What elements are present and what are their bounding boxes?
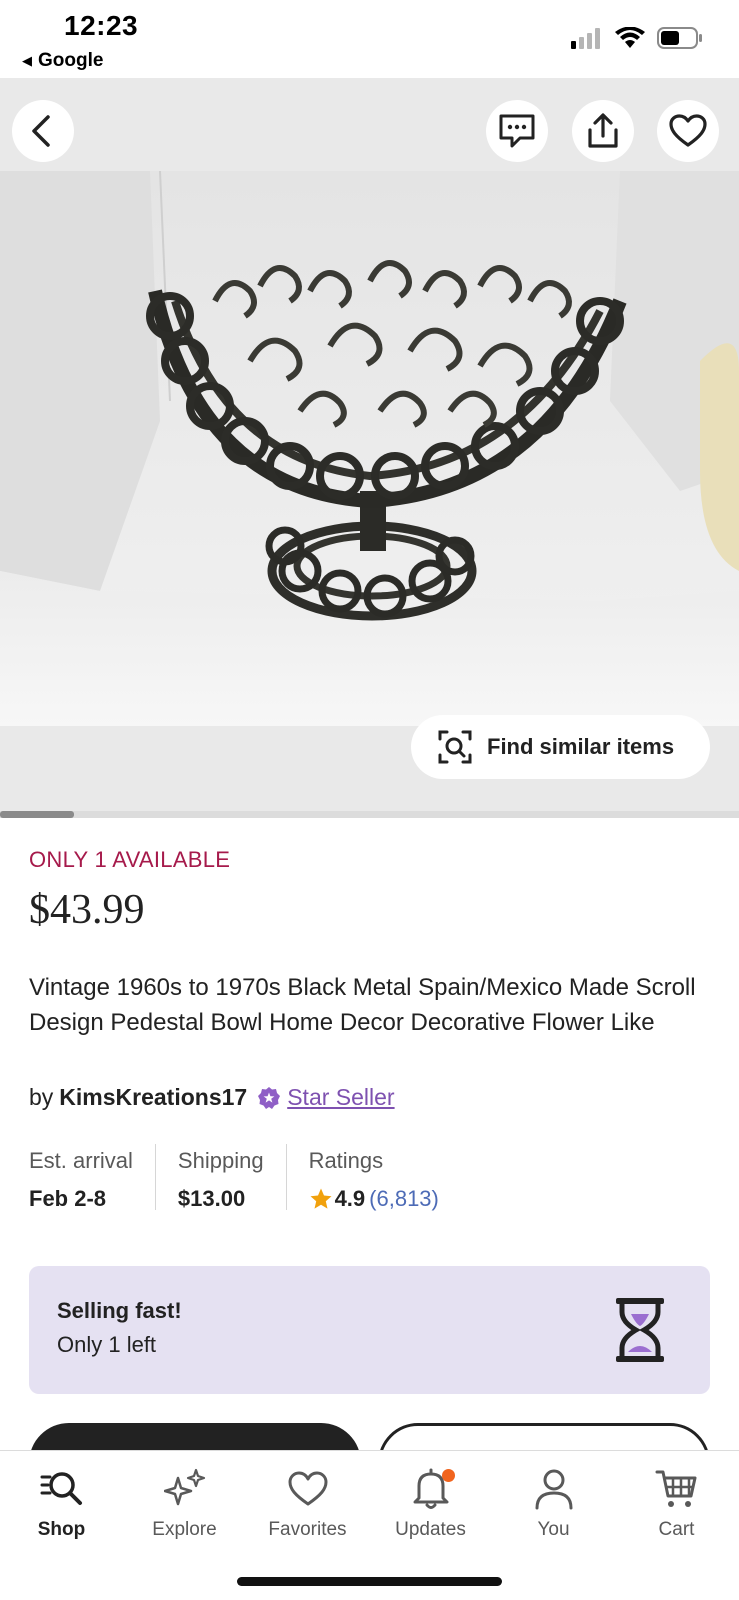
- message-icon: [499, 114, 535, 148]
- tab-label: Cart: [658, 1519, 695, 1540]
- share-icon: [588, 113, 618, 148]
- shipping-info: Shipping $13.00: [177, 1144, 287, 1211]
- arrival-value: Feb 2-8: [29, 1186, 107, 1211]
- hourglass-icon: [616, 1298, 664, 1362]
- bell-icon: [369, 1465, 492, 1513]
- wifi-icon: [615, 27, 645, 48]
- star-seller-link[interactable]: Star Seller: [287, 1084, 394, 1111]
- back-triangle-icon: ◀: [22, 53, 32, 68]
- ratings-info[interactable]: Ratings 4.9 (6,813): [308, 1144, 461, 1212]
- star-badge-icon: [257, 1086, 281, 1110]
- shipping-value: $13.00: [177, 1186, 246, 1211]
- image-top-nav: [0, 78, 739, 171]
- back-to-app-link[interactable]: ◀ Google: [22, 50, 103, 72]
- tab-label: Updates: [395, 1519, 466, 1540]
- tab-explore[interactable]: Explore: [123, 1465, 246, 1541]
- tab-label: Favorites: [268, 1519, 347, 1540]
- shipping-label: Shipping: [177, 1148, 264, 1173]
- listing-title: Vintage 1960s to 1970s Black Metal Spain…: [29, 974, 696, 1036]
- by-label: by: [29, 1084, 54, 1110]
- selling-fast-banner: Selling fast! Only 1 left: [29, 1266, 710, 1394]
- status-icons: [571, 26, 703, 50]
- product-photo: [0, 171, 739, 726]
- seller-line: by KimsKreations17 Star Seller: [29, 1084, 395, 1111]
- rating-score: 4.9: [334, 1186, 366, 1211]
- price: $43.99: [29, 887, 145, 933]
- person-icon: [492, 1465, 615, 1513]
- star-icon: [310, 1188, 332, 1209]
- tab-shop[interactable]: Shop: [0, 1465, 123, 1541]
- tab-cart[interactable]: Cart: [615, 1465, 738, 1541]
- battery-icon: [657, 27, 702, 49]
- image-carousel-indicator: [0, 811, 74, 818]
- product-image[interactable]: [0, 171, 739, 726]
- visual-search-icon: [438, 730, 472, 764]
- tab-label: You: [537, 1519, 570, 1540]
- arrival-info: Est. arrival Feb 2-8: [29, 1144, 156, 1211]
- image-carousel-track: [0, 811, 739, 818]
- tab-you[interactable]: You: [492, 1465, 615, 1541]
- arrival-label: Est. arrival: [29, 1148, 133, 1173]
- info-row: Est. arrival Feb 2-8 Shipping $13.00 Rat…: [29, 1144, 483, 1212]
- availability-label: ONLY 1 AVAILABLE: [29, 847, 231, 872]
- shop-search-icon: [0, 1465, 123, 1513]
- seller-name-link[interactable]: KimsKreations17: [59, 1084, 247, 1111]
- home-indicator: [237, 1577, 502, 1586]
- heart-icon: [669, 114, 707, 147]
- message-seller-button[interactable]: [486, 100, 548, 162]
- ratings-value: 4.9 (6,813): [309, 1186, 439, 1212]
- back-button[interactable]: [12, 100, 74, 162]
- rating-count-link[interactable]: (6,813): [369, 1186, 439, 1212]
- find-similar-button[interactable]: Find similar items: [411, 715, 710, 779]
- tab-label: Explore: [152, 1519, 217, 1540]
- heart-icon: [246, 1465, 369, 1513]
- tab-label: Shop: [37, 1519, 86, 1540]
- status-time: 12:23: [64, 10, 139, 41]
- favorite-button[interactable]: [657, 100, 719, 162]
- share-button[interactable]: [572, 100, 634, 162]
- chevron-left-icon: [32, 115, 50, 147]
- status-bar: 12:23 ◀ Google: [0, 0, 739, 78]
- selling-fast-subtitle: Only 1 left: [57, 1332, 157, 1357]
- ratings-label: Ratings: [308, 1148, 384, 1173]
- tab-updates[interactable]: Updates: [369, 1465, 492, 1541]
- notification-dot: [442, 1469, 455, 1482]
- back-app-label: Google: [38, 50, 104, 71]
- cart-icon: [615, 1465, 738, 1513]
- signal-icon: [571, 28, 600, 49]
- tab-favorites[interactable]: Favorites: [246, 1465, 369, 1541]
- find-similar-label: Find similar items: [487, 734, 675, 759]
- selling-fast-title: Selling fast!: [57, 1298, 182, 1323]
- sparkle-icon: [123, 1465, 246, 1513]
